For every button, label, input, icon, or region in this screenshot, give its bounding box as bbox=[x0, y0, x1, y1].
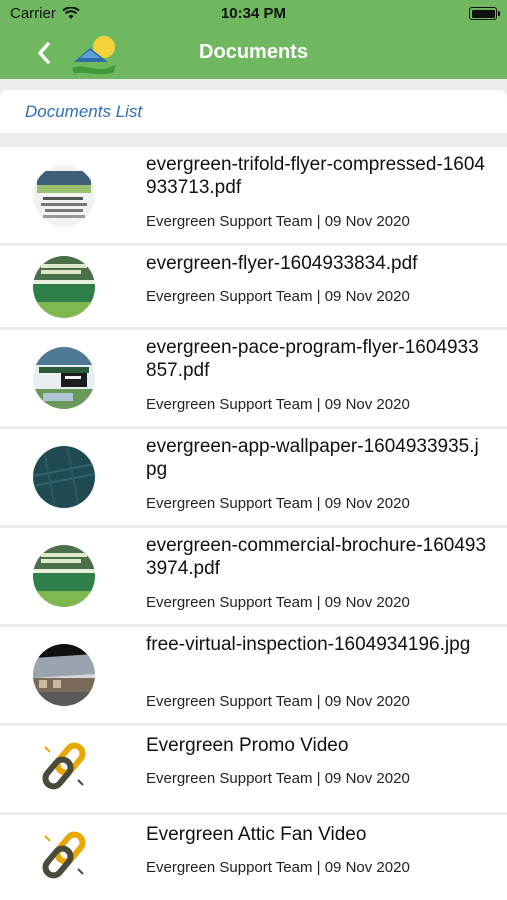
list-item[interactable]: evergreen-trifold-flyer-compressed-16049… bbox=[0, 147, 507, 243]
list-item[interactable]: free-virtual-inspection-1604934196.jpg E… bbox=[0, 627, 507, 723]
section-title: Documents List bbox=[25, 102, 143, 121]
list-item[interactable]: Evergreen Promo Video Evergreen Support … bbox=[0, 726, 507, 812]
document-meta: Evergreen Support Team | 09 Nov 2020 bbox=[146, 396, 410, 413]
list-item[interactable]: evergreen-commercial-brochure-1604933974… bbox=[0, 528, 507, 624]
photo-thumbnail bbox=[33, 644, 95, 706]
document-meta: Evergreen Support Team | 09 Nov 2020 bbox=[146, 859, 410, 876]
document-name: free-virtual-inspection-1604934196.jpg bbox=[146, 634, 471, 655]
document-name: evergreen-commercial-brochure-1604933974… bbox=[146, 535, 487, 579]
document-meta: Evergreen Support Team | 09 Nov 2020 bbox=[146, 693, 410, 710]
document-name: evergreen-trifold-flyer-compressed-16049… bbox=[146, 154, 485, 198]
list-item[interactable]: evergreen-pace-program-flyer-1604933857.… bbox=[0, 330, 507, 426]
wallpaper-thumbnail bbox=[33, 446, 95, 508]
list-item[interactable]: evergreen-flyer-1604933834.pdf Evergreen… bbox=[0, 246, 507, 327]
document-meta: Evergreen Support Team | 09 Nov 2020 bbox=[146, 213, 410, 230]
document-meta: Evergreen Support Team | 09 Nov 2020 bbox=[146, 594, 410, 611]
documents-list-header: Documents List bbox=[0, 90, 507, 133]
status-bar: Carrier 10:34 PM bbox=[0, 0, 507, 28]
document-meta: Evergreen Support Team | 09 Nov 2020 bbox=[146, 770, 410, 787]
flyer-thumbnail bbox=[33, 165, 95, 227]
page-title: Documents bbox=[199, 41, 308, 63]
document-meta: Evergreen Support Team | 09 Nov 2020 bbox=[146, 288, 410, 305]
link-icon bbox=[42, 831, 86, 879]
list-item[interactable]: Evergreen Attic Fan Video Evergreen Supp… bbox=[0, 815, 507, 900]
flyer-thumbnail bbox=[33, 256, 95, 318]
battery-icon bbox=[469, 7, 500, 20]
documents-list: evergreen-trifold-flyer-compressed-16049… bbox=[0, 147, 507, 900]
nav-bar: Documents bbox=[0, 28, 507, 79]
document-name: evergreen-pace-program-flyer-1604933857.… bbox=[146, 337, 479, 381]
flyer-thumbnail bbox=[33, 347, 95, 409]
link-icon bbox=[42, 742, 86, 790]
brochure-thumbnail bbox=[33, 545, 95, 607]
status-time: 10:34 PM bbox=[220, 5, 287, 22]
document-name: Evergreen Attic Fan Video bbox=[146, 824, 367, 845]
document-name: evergreen-flyer-1604933834.pdf bbox=[146, 253, 418, 274]
document-meta: Evergreen Support Team | 09 Nov 2020 bbox=[146, 495, 410, 512]
document-name: evergreen-app-wallpaper-1604933935.jpg bbox=[146, 436, 479, 480]
document-name: Evergreen Promo Video bbox=[146, 735, 349, 756]
list-item[interactable]: evergreen-app-wallpaper-1604933935.jpg E… bbox=[0, 429, 507, 525]
